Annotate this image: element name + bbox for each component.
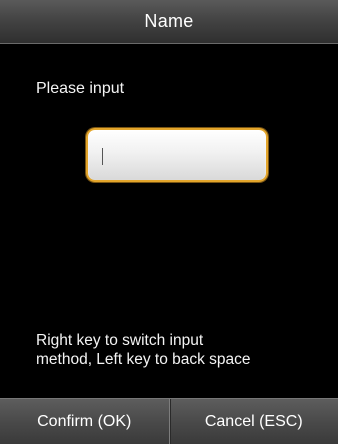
cancel-button[interactable]: Cancel (ESC) bbox=[170, 399, 338, 444]
title-bar: Name bbox=[0, 0, 338, 44]
input-prompt-label: Please input bbox=[36, 80, 125, 97]
softkey-bar: Confirm (OK) Cancel (ESC) bbox=[0, 398, 338, 444]
input-hint-text: Right key to switch input method, Left k… bbox=[36, 331, 326, 369]
hint-line-2: method, Left key to back space bbox=[36, 351, 251, 368]
text-caret bbox=[102, 148, 103, 165]
page-title: Name bbox=[144, 11, 194, 31]
confirm-button[interactable]: Confirm (OK) bbox=[0, 399, 169, 444]
name-input-field[interactable] bbox=[86, 128, 268, 182]
hint-line-1: Right key to switch input bbox=[36, 332, 204, 349]
dialog-screen: Name Please input Right key to switch in… bbox=[0, 0, 338, 444]
